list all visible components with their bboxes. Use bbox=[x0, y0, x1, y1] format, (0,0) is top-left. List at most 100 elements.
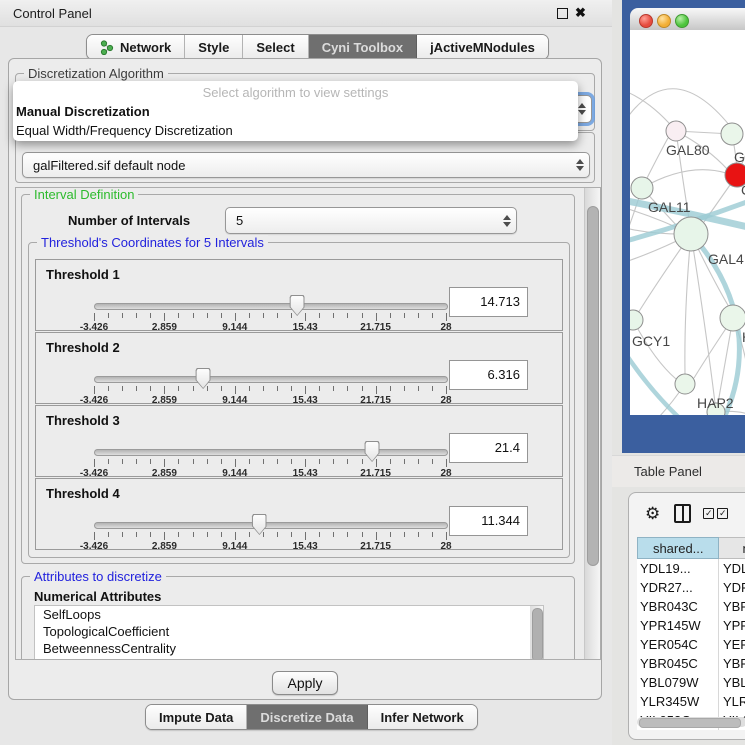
table-row[interactable]: YDL19...YDL1 bbox=[637, 559, 745, 578]
cell-shared-name[interactable]: YER054C bbox=[637, 635, 719, 654]
column-header-name[interactable]: name bbox=[719, 537, 745, 559]
tab-jactivemnodules[interactable]: jActiveMNodules bbox=[417, 35, 548, 59]
table-panel-header: Table Panel bbox=[612, 455, 745, 487]
close-icon[interactable]: ✖ bbox=[575, 5, 586, 21]
slider-tick bbox=[221, 386, 222, 391]
threshold-value-field[interactable]: 21.4 bbox=[449, 433, 528, 463]
tab-discretize-data[interactable]: Discretize Data bbox=[247, 705, 367, 729]
tab-impute-data[interactable]: Impute Data bbox=[146, 705, 247, 729]
slider-tick bbox=[390, 386, 391, 391]
GCY1-node[interactable] bbox=[630, 310, 643, 330]
network-edge[interactable] bbox=[630, 89, 730, 126]
cell-shared-name[interactable]: YDL19... bbox=[637, 559, 719, 578]
cell-name[interactable]: YDR2 bbox=[719, 578, 745, 597]
table-data-combo[interactable]: galFiltered.sif default node bbox=[22, 152, 590, 178]
cell-name[interactable]: YPR1 bbox=[719, 616, 745, 635]
threshold-3-slider[interactable]: -3.4262.8599.14415.4321.71528 bbox=[94, 449, 446, 475]
tab-cyni-toolbox[interactable]: Cyni Toolbox bbox=[309, 35, 417, 59]
attribute-item-betweennesscentrality[interactable]: BetweennessCentrality bbox=[35, 640, 543, 657]
apply-button[interactable]: Apply bbox=[272, 671, 338, 695]
checkbox-icon[interactable]: ✓ bbox=[703, 508, 714, 519]
threshold-value-field[interactable]: 14.713 bbox=[449, 287, 528, 317]
threshold-value-field[interactable]: 6.316 bbox=[449, 360, 528, 390]
slider-tick bbox=[164, 313, 165, 321]
threshold-value-field[interactable]: 11.344 bbox=[449, 506, 528, 536]
cell-shared-name[interactable]: YDR27... bbox=[637, 578, 719, 597]
slider-tick bbox=[136, 459, 137, 464]
threshold-2-box: Threshold 2-3.4262.8599.14415.4321.71528… bbox=[35, 332, 563, 404]
checkbox-icon[interactable]: ✓ bbox=[717, 508, 728, 519]
cell-name[interactable]: YBL0 bbox=[719, 673, 745, 692]
zoom-traffic-light-icon[interactable] bbox=[675, 14, 689, 28]
algorithm-option-manual-discretization[interactable]: Manual Discretization bbox=[13, 102, 578, 121]
gear-icon[interactable]: ⚙ bbox=[645, 505, 660, 522]
number-of-intervals-combo[interactable]: 5 bbox=[225, 207, 517, 234]
table-row[interactable]: YBR045CYBR0 bbox=[637, 654, 745, 673]
threshold-1-slider[interactable]: -3.4262.8599.14415.4321.71528 bbox=[94, 303, 446, 329]
tab-style[interactable]: Style bbox=[185, 35, 243, 59]
float-window-icon[interactable] bbox=[557, 8, 568, 19]
cell-shared-name[interactable]: YBR045C bbox=[637, 654, 719, 673]
tab-label: Discretize Data bbox=[260, 710, 353, 725]
network-window-titlebar[interactable] bbox=[630, 8, 745, 31]
interval-definition-title: Interval Definition bbox=[30, 187, 138, 202]
minimize-traffic-light-icon[interactable] bbox=[657, 14, 671, 28]
slider-thumb[interactable] bbox=[365, 441, 380, 462]
threshold-4-box: Threshold 4-3.4262.8599.14415.4321.71528… bbox=[35, 478, 563, 550]
cell-name[interactable]: YBR0 bbox=[719, 597, 745, 616]
slider-track[interactable] bbox=[94, 376, 448, 383]
column-header-shared-name[interactable]: shared... bbox=[637, 537, 719, 559]
tab-infer-network[interactable]: Infer Network bbox=[368, 705, 477, 729]
algorithm-option-equal-width-frequency-discretization[interactable]: Equal Width/Frequency Discretization bbox=[13, 121, 578, 140]
table-row[interactable]: YPR145WYPR1 bbox=[637, 616, 745, 635]
attribute-item-selfloops[interactable]: SelfLoops bbox=[35, 606, 543, 623]
slider-tick bbox=[305, 459, 306, 467]
GAL4-node[interactable] bbox=[674, 217, 708, 251]
attribute-item-topologicalcoefficient[interactable]: TopologicalCoefficient bbox=[35, 623, 543, 640]
network-edge[interactable] bbox=[685, 234, 691, 374]
table-row[interactable]: YDR27...YDR2 bbox=[637, 578, 745, 597]
table-horizontal-scrollbar[interactable] bbox=[637, 717, 745, 727]
tab-select[interactable]: Select bbox=[243, 35, 308, 59]
table-row[interactable]: YBR043CYBR0 bbox=[637, 597, 745, 616]
scrollbar-thumb[interactable] bbox=[532, 608, 543, 660]
cell-shared-name[interactable]: YPR145W bbox=[637, 616, 719, 635]
H-node[interactable] bbox=[720, 305, 745, 331]
slider-tick bbox=[376, 386, 377, 394]
threshold-2-slider[interactable]: -3.4262.8599.14415.4321.71528 bbox=[94, 376, 446, 402]
cyni-toolbox-panel: Discretization Algorithm Table Data galF… bbox=[8, 58, 602, 700]
split-columns-icon[interactable] bbox=[674, 504, 691, 523]
node-label-gal80: GAL80 bbox=[666, 142, 710, 158]
scrollbar-thumb[interactable] bbox=[587, 206, 599, 566]
slider-tick bbox=[446, 386, 447, 394]
HAP2-node[interactable] bbox=[675, 374, 695, 394]
table-row[interactable]: YLR345WYLR3 bbox=[637, 692, 745, 711]
slider-tick bbox=[362, 313, 363, 318]
cell-shared-name[interactable]: YBL079W bbox=[637, 673, 719, 692]
GAL80-node[interactable] bbox=[666, 121, 686, 141]
cell-name[interactable]: YBR0 bbox=[719, 654, 745, 673]
cell-name[interactable]: YLR3 bbox=[719, 692, 745, 711]
GAL11-node[interactable] bbox=[631, 177, 653, 199]
cell-shared-name[interactable]: YLR345W bbox=[637, 692, 719, 711]
slider-track[interactable] bbox=[94, 303, 448, 310]
slider-track[interactable] bbox=[94, 522, 448, 529]
cell-shared-name[interactable]: YBR043C bbox=[637, 597, 719, 616]
cell-name[interactable]: YDL1 bbox=[719, 559, 745, 578]
scrollbar-thumb[interactable] bbox=[639, 718, 741, 728]
slider-thumb[interactable] bbox=[290, 295, 305, 316]
settings-vertical-scrollbar[interactable] bbox=[584, 188, 600, 659]
top-tab-bar: NetworkStyleSelectCyni ToolboxjActiveMNo… bbox=[86, 34, 549, 60]
node-top-right[interactable] bbox=[721, 123, 743, 145]
close-traffic-light-icon[interactable] bbox=[639, 14, 653, 28]
slider-track[interactable] bbox=[94, 449, 448, 456]
slider-thumb[interactable] bbox=[196, 368, 211, 389]
network-canvas[interactable]: GAL80G.CGAL11GAL4GCY1HHAP2 bbox=[630, 30, 745, 415]
slider-thumb[interactable] bbox=[252, 514, 267, 535]
attribute-list-scrollbar[interactable] bbox=[530, 606, 543, 660]
table-row[interactable]: YER054CYER0 bbox=[637, 635, 745, 654]
threshold-4-slider[interactable]: -3.4262.8599.14415.4321.71528 bbox=[94, 522, 446, 548]
cell-name[interactable]: YER0 bbox=[719, 635, 745, 654]
table-row[interactable]: YBL079WYBL0 bbox=[637, 673, 745, 692]
tab-network[interactable]: Network bbox=[87, 35, 185, 59]
